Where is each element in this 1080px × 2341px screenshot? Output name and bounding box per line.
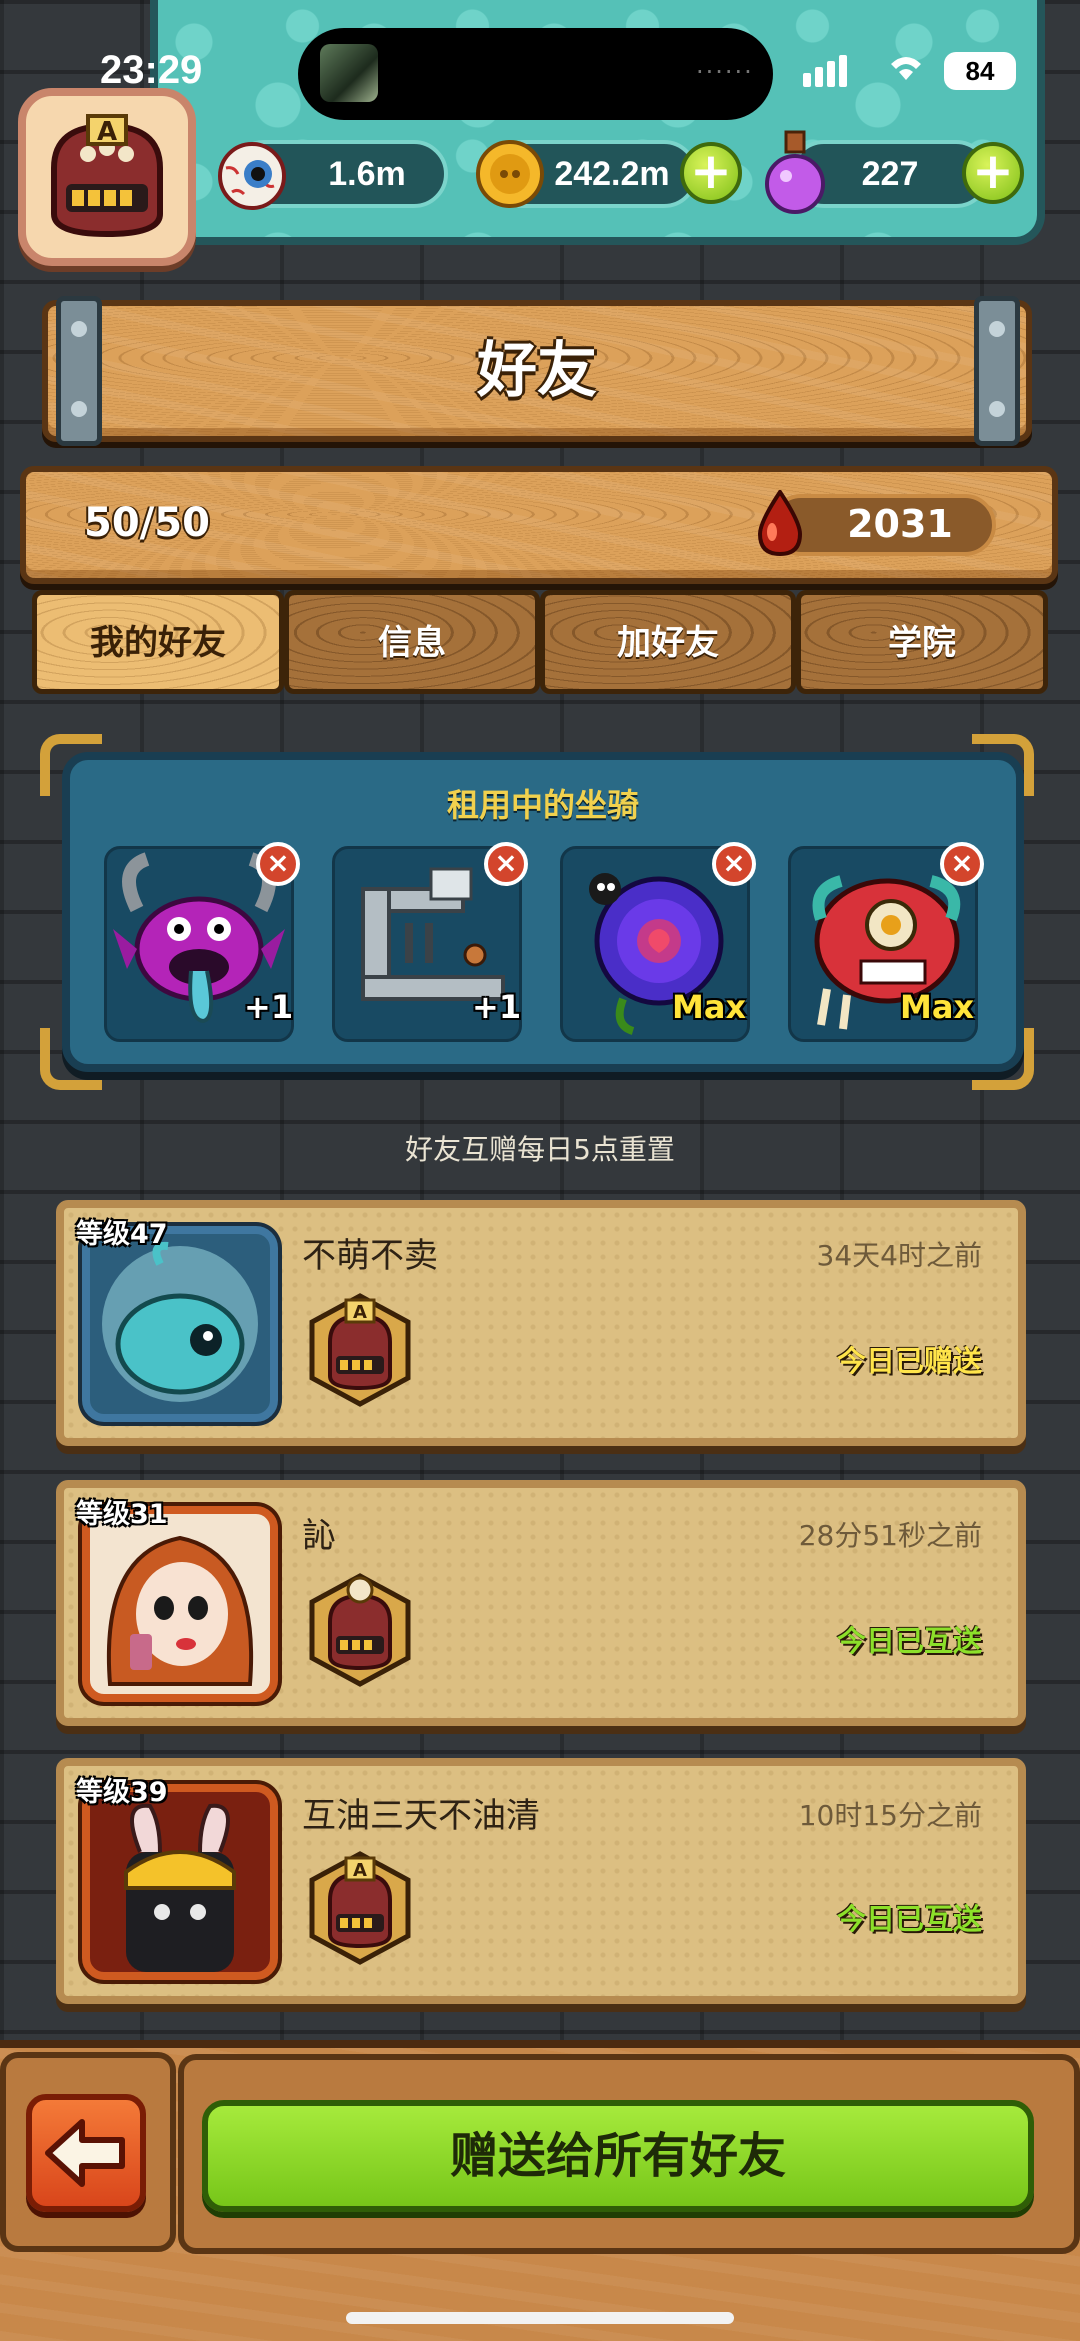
friend-name: 不萌不卖 — [302, 1236, 438, 1276]
daily-reset-note: 好友互赠每日5点重置 — [405, 1133, 675, 1166]
coin-count: 242.2m — [554, 155, 670, 193]
wifi-icon — [891, 57, 921, 80]
rank-badge-icon: A — [309, 1293, 411, 1407]
rank-badge-icon: A — [309, 1851, 411, 1965]
eyeball-count: 1.6m — [328, 155, 406, 193]
tab-my-friends[interactable]: 我的好友 — [32, 590, 284, 694]
tab-add-friend[interactable]: 加好友 — [540, 590, 796, 694]
purple-potion-icon — [765, 130, 825, 214]
mount-level: Max — [672, 988, 747, 1026]
friend-name: 互油三天不油清 — [302, 1796, 540, 1836]
gold-coin-icon — [476, 140, 544, 208]
tab-messages[interactable]: 信息 — [284, 590, 540, 694]
remove-mount-button[interactable]: × — [940, 842, 984, 886]
friend-name: 訫 — [302, 1516, 336, 1556]
battery-indicator: 84 — [944, 52, 1016, 90]
friend-level: 等级39 — [76, 1777, 168, 1808]
panel-corner — [40, 1028, 102, 1090]
last-online-time: 10时15分之前 — [798, 1799, 982, 1832]
friend-level: 等级31 — [76, 1499, 168, 1530]
home-indicator[interactable] — [346, 2312, 734, 2324]
gift-status: 今日已互送 — [836, 1902, 982, 1936]
add-potion-button[interactable]: + — [962, 142, 1024, 204]
player-avatar[interactable]: A — [18, 88, 196, 266]
last-online-time: 28分51秒之前 — [798, 1519, 982, 1552]
back-button[interactable] — [26, 2094, 146, 2212]
gift-status: 今日已赠送 — [836, 1344, 982, 1378]
remove-mount-button[interactable]: × — [484, 842, 528, 886]
svg-text:A: A — [97, 117, 117, 147]
mount-level: Max — [900, 988, 975, 1026]
panel-corner — [972, 1028, 1034, 1090]
back-arrow-icon — [45, 2119, 125, 2187]
teal-bubble-creature-icon — [102, 1241, 258, 1402]
bunny-ear-helmet-creature-icon — [124, 1803, 236, 1972]
island-activity-dots: ······ — [696, 58, 754, 86]
mounts-title: 租用中的坐骑 — [446, 786, 639, 824]
remove-mount-button[interactable]: × — [712, 842, 756, 886]
svg-text:A: A — [353, 1302, 367, 1323]
last-online-time: 34天4时之前 — [816, 1239, 982, 1272]
remove-mount-button[interactable]: × — [256, 842, 300, 886]
now-playing-thumbnail[interactable] — [320, 44, 378, 102]
send-to-all-friends-button[interactable]: 赠送给所有好友 — [202, 2100, 1034, 2212]
svg-text:A: A — [353, 1860, 367, 1881]
potion-count: 227 — [861, 155, 919, 193]
mount-level: +1 — [472, 988, 522, 1026]
player-avatar-icon: A — [51, 114, 163, 238]
eyeball-icon — [218, 142, 286, 210]
status-time: 23:29 — [100, 48, 203, 92]
friend-count: 50/50 — [84, 500, 210, 546]
red-haired-girl-icon — [106, 1535, 254, 1686]
friend-avatar[interactable] — [82, 1226, 278, 1422]
mount-level: +1 — [244, 988, 294, 1026]
friend-level: 等级47 — [76, 1219, 168, 1250]
tab-academy[interactable]: 学院 — [796, 590, 1048, 694]
friend-avatar[interactable] — [82, 1784, 278, 1980]
cellular-signal-icon — [803, 55, 851, 87]
rank-badge-icon — [309, 1573, 411, 1687]
friend-avatar[interactable] — [82, 1506, 278, 1702]
add-coins-button[interactable]: + — [680, 142, 742, 204]
gift-status: 今日已互送 — [836, 1624, 982, 1658]
blood-drop-icon — [757, 490, 803, 557]
blood-points-value: 2031 — [847, 502, 953, 546]
page-title: 好友 — [477, 336, 597, 406]
